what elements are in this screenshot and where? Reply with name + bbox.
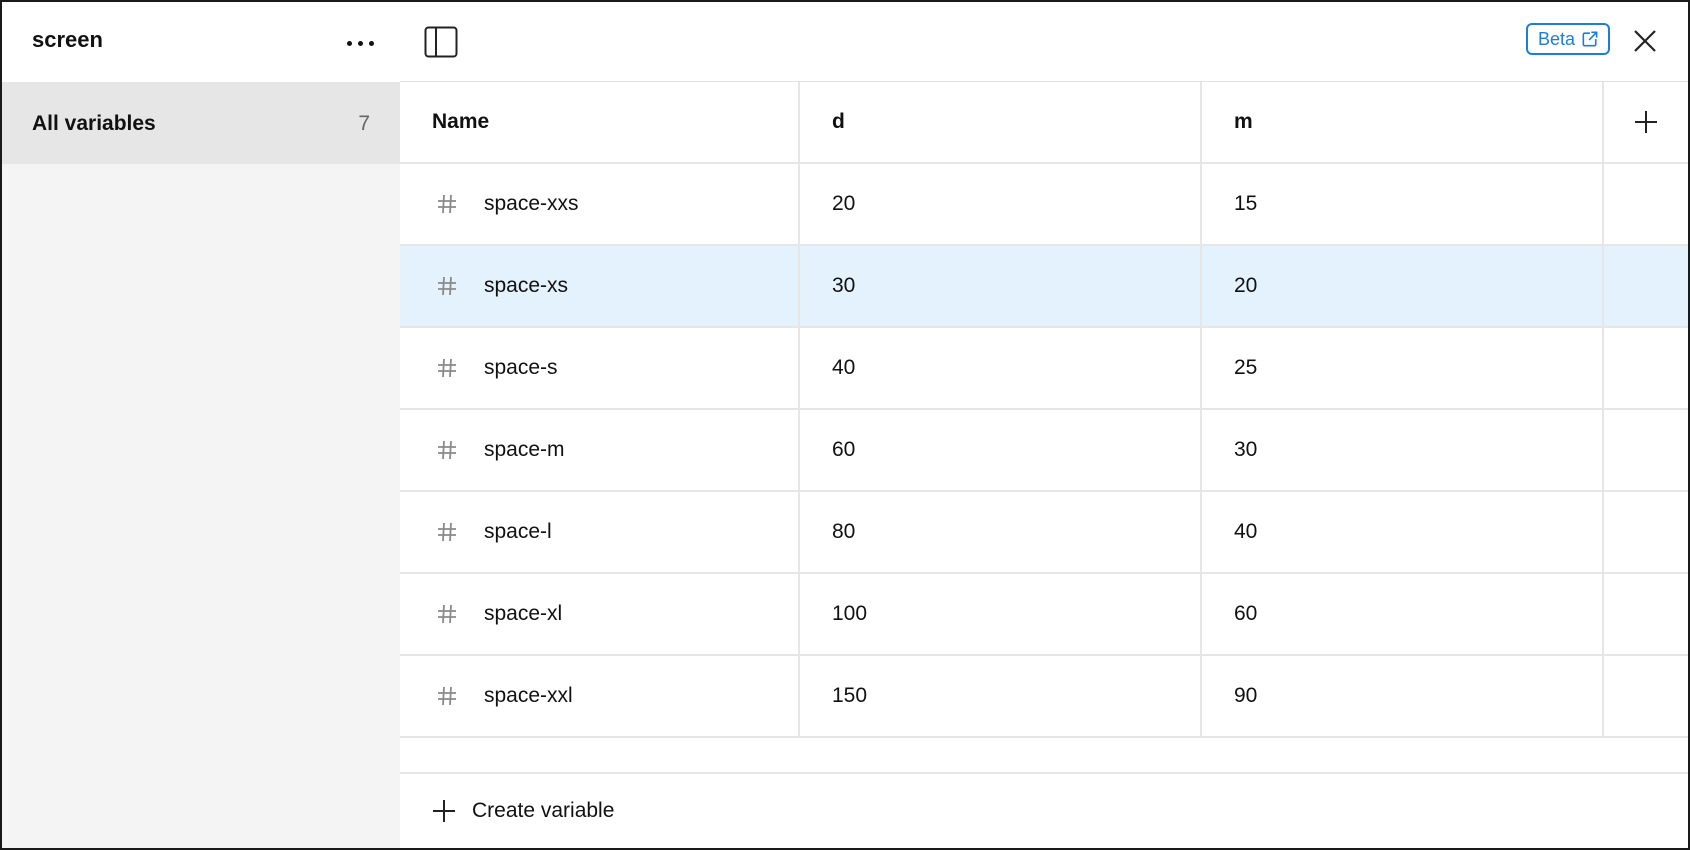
empty-cell	[1604, 246, 1688, 326]
hash-icon	[438, 194, 456, 214]
sidebar-item-all-variables[interactable]: All variables 7	[2, 82, 400, 164]
value-cell-d[interactable]: 40	[800, 328, 1202, 408]
value-cell-m[interactable]: 20	[1202, 246, 1604, 326]
variable-name-cell[interactable]: space-xl	[400, 574, 800, 654]
value-cell-d[interactable]: 150	[800, 656, 1202, 736]
empty-cell	[1604, 574, 1688, 654]
table-row[interactable]: space-xxs 20 15	[400, 164, 1688, 246]
table-row[interactable]: space-l 80 40	[400, 492, 1688, 574]
hash-icon	[438, 358, 456, 378]
more-horizontal-icon	[346, 40, 352, 46]
sidebar-item-count: 7	[358, 112, 370, 135]
more-horizontal-icon-dot	[357, 40, 363, 46]
variable-name: space-m	[484, 438, 565, 461]
variable-name: space-xxs	[484, 192, 579, 215]
variables-table: Name d m space-xxs 20 15 space-xs 30 20 space-…	[400, 82, 1688, 738]
plus-icon[interactable]	[1633, 109, 1659, 135]
column-header-name[interactable]: Name	[400, 82, 800, 162]
variable-name: space-xl	[484, 602, 563, 625]
value-cell-d[interactable]: 60	[800, 410, 1202, 490]
create-variable-button[interactable]: Create variable	[400, 772, 1688, 848]
beta-label: Beta	[1538, 28, 1576, 49]
empty-cell	[1604, 410, 1688, 490]
value-cell-d[interactable]: 20	[800, 164, 1202, 244]
variable-name-cell[interactable]: space-xxl	[400, 656, 800, 736]
table-row[interactable]: space-xl 100 60	[400, 574, 1688, 656]
value-cell-d[interactable]: 80	[800, 492, 1202, 572]
hash-icon	[438, 276, 456, 296]
value-cell-m[interactable]: 60	[1202, 574, 1604, 654]
table-row[interactable]: space-xs 30 20	[400, 246, 1688, 328]
variable-name-cell[interactable]: space-s	[400, 328, 800, 408]
value-cell-m[interactable]: 15	[1202, 164, 1604, 244]
sidebar-item-label: All variables	[32, 112, 156, 135]
toolbar: Beta	[400, 2, 1688, 82]
variable-name-cell[interactable]: space-xs	[400, 246, 800, 326]
main-panel: Beta Name d m space-xxs 20 15 space-xs 3…	[400, 2, 1688, 848]
table-row[interactable]: space-xxl 150 90	[400, 656, 1688, 738]
create-variable-label: Create variable	[472, 799, 615, 822]
column-header-m[interactable]: m	[1202, 82, 1604, 162]
hash-icon	[438, 522, 456, 542]
empty-cell	[1604, 164, 1688, 244]
variable-name-cell[interactable]: space-m	[400, 410, 800, 490]
more-horizontal-icon-dot	[368, 40, 374, 46]
plus-icon	[433, 800, 455, 822]
table-body: space-xxs 20 15 space-xs 30 20 space-s 40 25 spac…	[400, 164, 1688, 738]
more-options-button[interactable]	[338, 30, 382, 56]
empty-cell	[1604, 656, 1688, 736]
hash-icon	[438, 604, 456, 624]
variable-name: space-xxl	[484, 684, 573, 707]
value-cell-d[interactable]: 100	[800, 574, 1202, 654]
value-cell-m[interactable]: 40	[1202, 492, 1604, 572]
variables-window: screen All variables 7 Beta Name d m spa…	[0, 0, 1690, 850]
variable-name: space-s	[484, 356, 558, 379]
table-header: Name d m	[400, 82, 1688, 164]
sidebar: screen All variables 7	[2, 2, 400, 848]
variable-name: space-xs	[484, 274, 569, 297]
table-row[interactable]: space-m 60 30	[400, 410, 1688, 492]
external-link-icon	[1582, 31, 1598, 47]
value-cell-m[interactable]: 25	[1202, 328, 1604, 408]
hash-icon	[438, 686, 456, 706]
add-column-cell	[1604, 82, 1688, 162]
close-icon	[1634, 30, 1656, 52]
column-header-d[interactable]: d	[800, 82, 1202, 162]
variable-name-cell[interactable]: space-xxs	[400, 164, 800, 244]
variable-name-cell[interactable]: space-l	[400, 492, 800, 572]
sidebar-header: screen	[2, 2, 400, 82]
value-cell-d[interactable]: 30	[800, 246, 1202, 326]
sidebar-toggle-button[interactable]	[424, 26, 458, 58]
sidebar-toggle-icon	[424, 26, 458, 58]
beta-badge-link[interactable]: Beta	[1526, 23, 1610, 55]
table-row[interactable]: space-s 40 25	[400, 328, 1688, 410]
value-cell-m[interactable]: 90	[1202, 656, 1604, 736]
collection-title[interactable]: screen	[32, 27, 103, 53]
close-button[interactable]	[1630, 26, 1660, 56]
hash-icon	[438, 440, 456, 460]
empty-cell	[1604, 492, 1688, 572]
variable-name: space-l	[484, 520, 552, 543]
empty-cell	[1604, 328, 1688, 408]
value-cell-m[interactable]: 30	[1202, 410, 1604, 490]
